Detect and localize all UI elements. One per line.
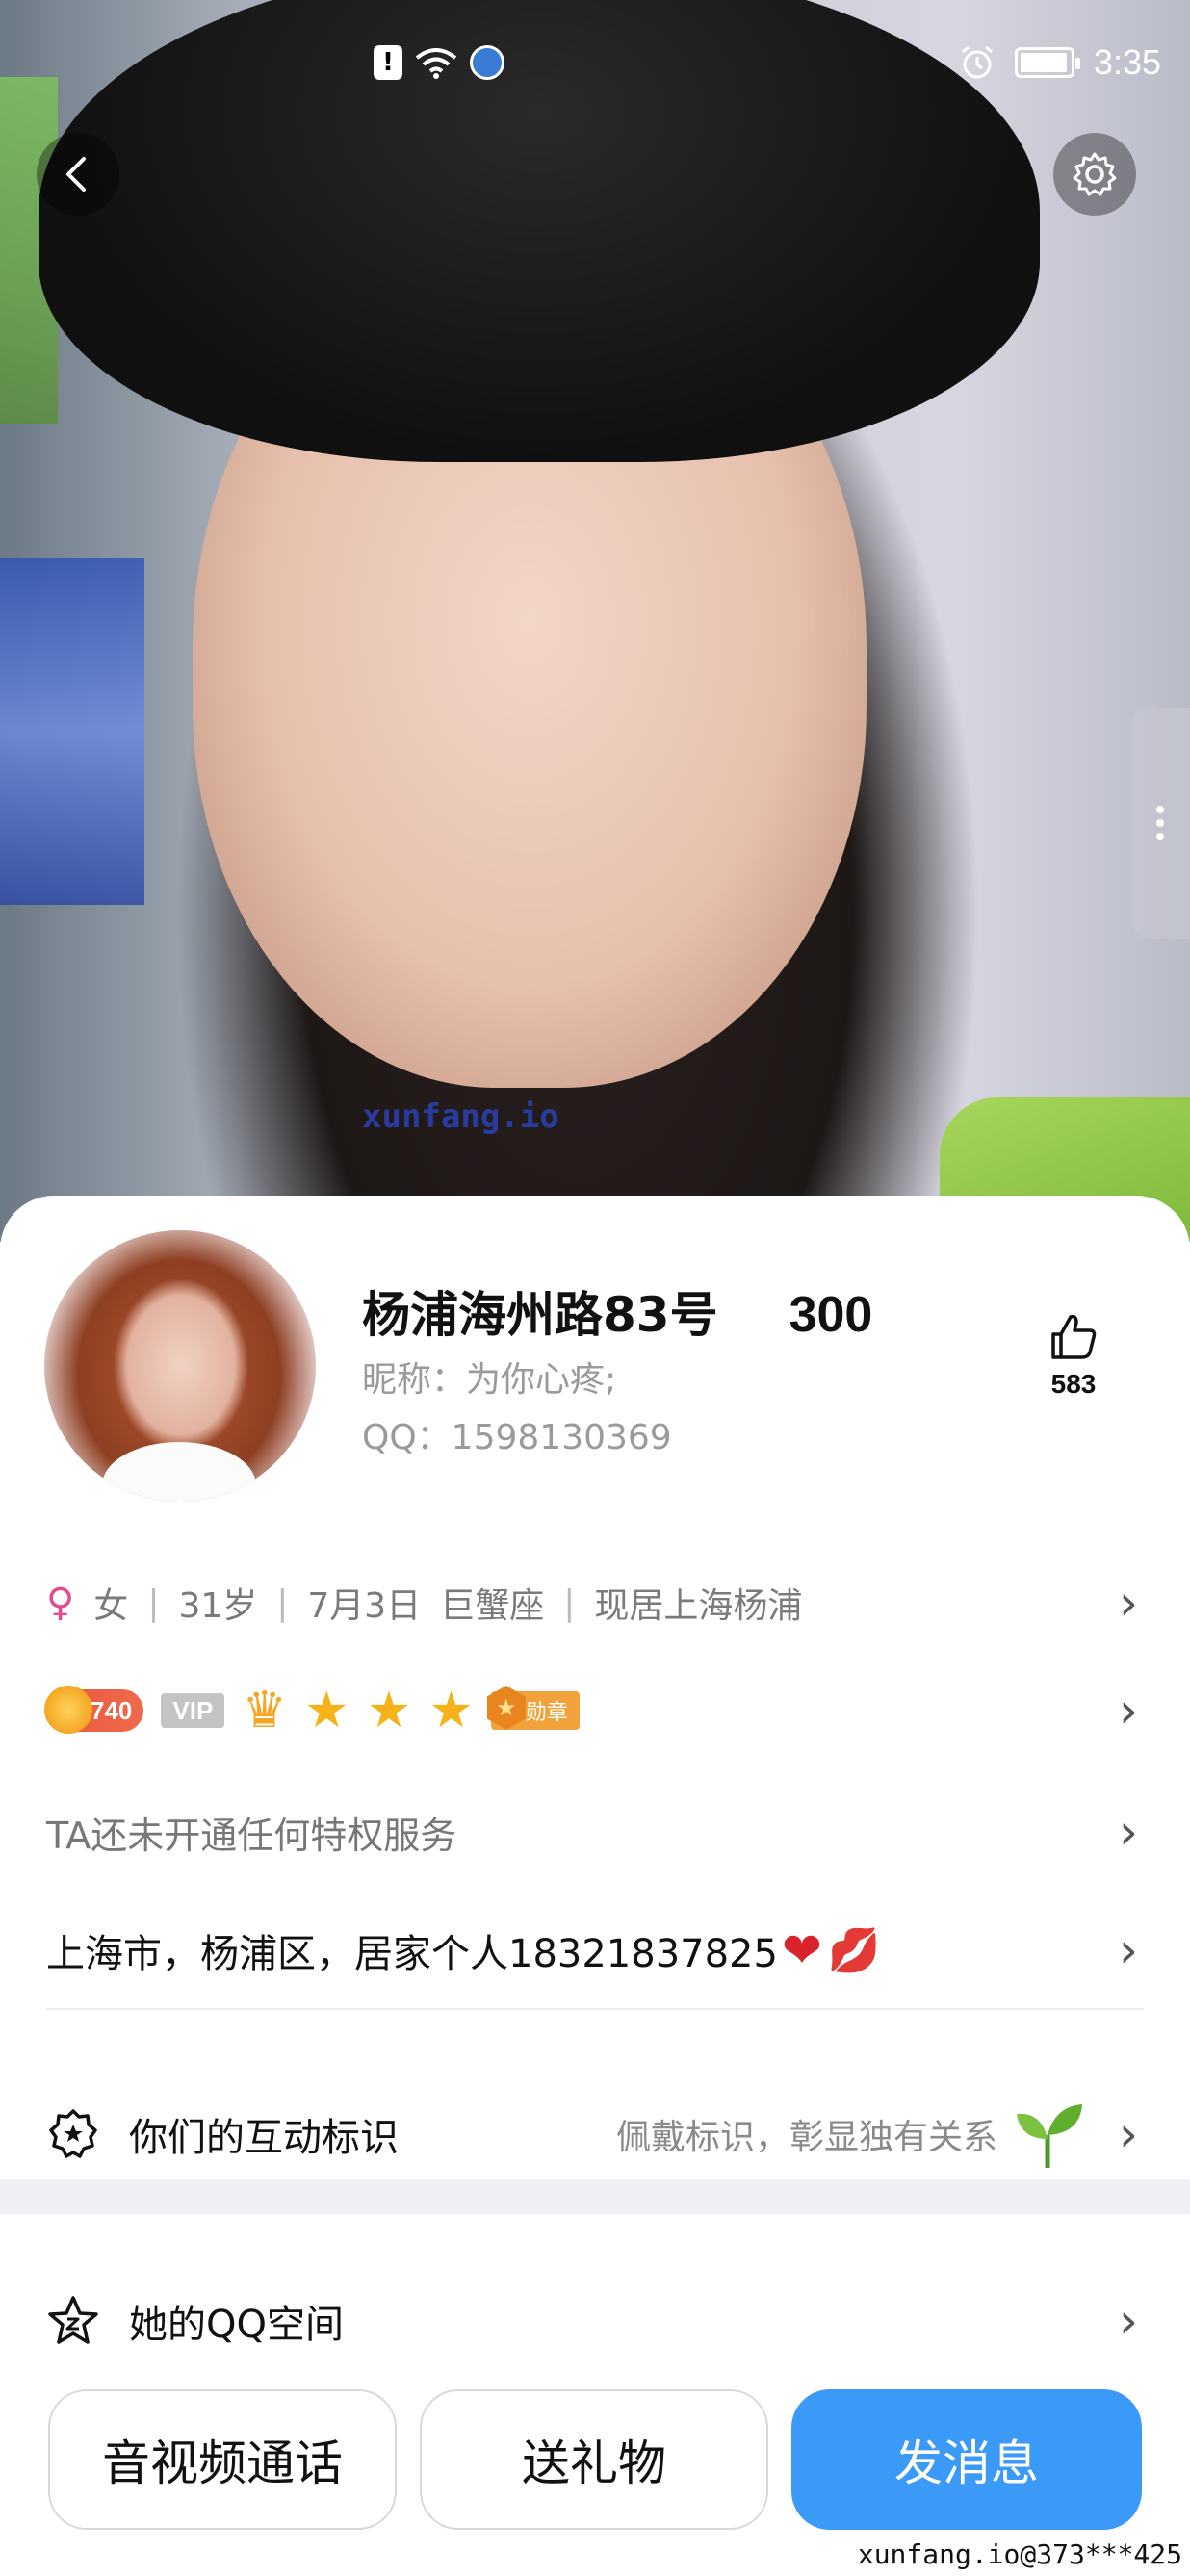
badges-row[interactable]: 740 VIP ♛ ★ ★ ★ 勋章 › [43, 1669, 1144, 1752]
settings-button[interactable] [1053, 133, 1136, 216]
crown-icon: ♛ [242, 1682, 287, 1739]
star-icon: ★ [366, 1682, 412, 1739]
star-icon: ★ [303, 1682, 349, 1739]
footer-watermark: xunfang.io@373***425 [857, 2538, 1182, 2570]
image-watermark: xunfang.io [362, 1097, 559, 1136]
interaction-label: 你们的互动标识 [129, 2116, 399, 2160]
divider [46, 2008, 1144, 2010]
side-drawer-handle[interactable] [1130, 708, 1190, 939]
wifi-6-icon [415, 48, 457, 79]
chevron-right-icon: › [1119, 1575, 1138, 1631]
status-left-icons: ! [374, 44, 504, 81]
separator: | [563, 1583, 576, 1623]
video-call-button[interactable]: 音视频通话 [48, 2389, 397, 2530]
chevron-right-icon: › [1119, 1804, 1138, 1860]
qzone-row[interactable]: 她的QQ空间 › [46, 2278, 1144, 2364]
like-button[interactable]: 583 [1040, 1311, 1107, 1400]
profile-cover-photo[interactable]: ! 3:35 xunfang.io [0, 0, 1190, 1242]
back-button[interactable] [37, 133, 119, 216]
vip-badge: VIP [161, 1693, 225, 1728]
profile-name: 杨浦海州路83号 [362, 1287, 718, 1343]
status-bar: ! 3:35 [0, 39, 1190, 96]
female-icon: ♀ [46, 1581, 75, 1625]
chevron-right-icon: › [1119, 2293, 1138, 2349]
name-line: 杨浦海州路83号 300 [362, 1276, 872, 1346]
zodiac-text: 巨蟹座 [440, 1586, 545, 1626]
thumbs-up-icon [1051, 1314, 1097, 1359]
status-right-icons: 3:35 [959, 42, 1161, 83]
alarm-icon [961, 45, 993, 79]
residence-text: 现居上海杨浦 [594, 1586, 803, 1626]
alert-icon: ! [374, 45, 402, 80]
chevron-left-icon [66, 157, 86, 192]
chevron-right-icon: › [1119, 1922, 1138, 1978]
send-gift-button[interactable]: 送礼物 [420, 2389, 768, 2530]
star-icon: ★ [428, 1682, 474, 1739]
section-separator [0, 2179, 1190, 2214]
privilege-row[interactable]: TA还未开通任何特权服务 › [46, 1800, 1144, 1864]
level-badge: 740 [43, 1686, 144, 1734]
chevron-right-icon: › [1119, 2106, 1138, 2162]
send-message-button[interactable]: 发消息 [791, 2389, 1142, 2530]
interaction-mark-row[interactable]: 你们的互动标识 佩戴标识，彰显独有关系 › [46, 2091, 1144, 2177]
chevron-right-icon: › [1119, 1683, 1138, 1739]
basic-info-row[interactable]: ♀ 女 | 31岁 | 7月3日 巨蟹座 | 现居上海杨浦 › [46, 1569, 1144, 1636]
sprout-icon [1017, 2104, 1082, 2168]
background-blue-bottles [0, 558, 144, 905]
gear-icon [1073, 152, 1117, 196]
signature-row[interactable]: 上海市，杨浦区，居家个人18321837825 ❤ 💋 › [46, 1912, 1144, 1989]
birthday-text: 7月3日 [307, 1586, 422, 1626]
privilege-text: TA还未开通任何特权服务 [46, 1814, 457, 1857]
browser-icon [470, 45, 504, 80]
kiss-emoji-icon: 💋 [827, 1926, 881, 1975]
heart-emoji-icon: ❤ [781, 1922, 822, 1978]
qzone-label: 她的QQ空间 [129, 2303, 344, 2347]
battery-icon [1014, 47, 1080, 78]
gender-text: 女 [93, 1586, 129, 1626]
profile-nickname: 昵称：为你心疼; [362, 1360, 617, 1400]
age-text: 31岁 [178, 1586, 258, 1626]
signature-text: 上海市，杨浦区，居家个人18321837825 [46, 1932, 778, 1976]
badge-star-icon [46, 2107, 100, 2161]
avatar[interactable] [44, 1230, 316, 1502]
medal-badge: 勋章 [490, 1691, 580, 1730]
profile-card: 杨浦海州路83号 300 昵称：为你心疼; QQ：1598130369 583 … [0, 1196, 1190, 2576]
qzone-star-icon [46, 2294, 100, 2348]
like-count: 583 [1050, 1369, 1097, 1399]
profile-number: 300 [789, 1287, 873, 1343]
interaction-hint: 佩戴标识，彰显独有关系 [615, 2118, 997, 2157]
profile-qq[interactable]: QQ：1598130369 [362, 1409, 672, 1459]
separator: | [147, 1583, 160, 1623]
separator: | [276, 1583, 289, 1623]
status-time: 3:35 [1093, 42, 1161, 82]
